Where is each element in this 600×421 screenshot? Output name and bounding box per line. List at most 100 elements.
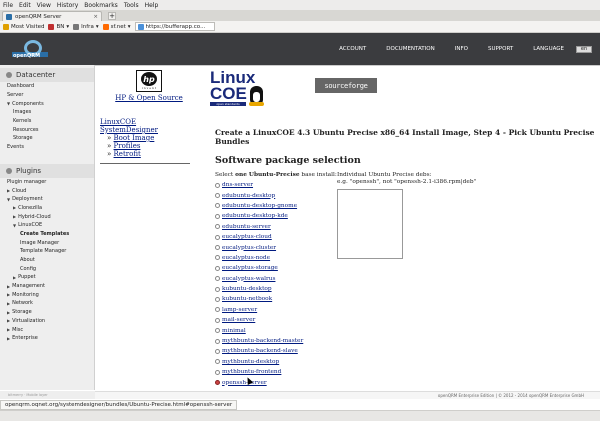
package-link[interactable]: mythbuntu-backend-master <box>222 338 303 344</box>
radio-button[interactable] <box>215 338 220 344</box>
sidebar-item-dashboard[interactable]: Dashboard <box>0 82 94 91</box>
radio-button[interactable] <box>215 359 220 365</box>
menu-file[interactable]: File <box>3 2 13 9</box>
package-link[interactable]: edubuntu-desktop-kde <box>222 213 288 219</box>
sidebar-item-management[interactable]: ▶ Management <box>0 282 94 291</box>
radio-button[interactable] <box>215 193 220 199</box>
package-option-mail-server[interactable]: mail-server <box>215 315 337 325</box>
package-link[interactable]: mythbuntu-desktop <box>222 359 279 365</box>
nav-documentation[interactable]: DOCUMENTATION <box>376 46 444 52</box>
menu-history[interactable]: History <box>57 2 78 9</box>
package-link[interactable]: eucalyptus-cluster <box>222 245 276 251</box>
package-option-postgresql-server[interactable]: postgresql-server <box>215 388 337 390</box>
package-link[interactable]: edubuntu-desktop <box>222 193 275 199</box>
sidebar-item-clonezilla[interactable]: ▶ Clonezilla <box>0 204 94 213</box>
package-option-mythbuntu-backend-slave[interactable]: mythbuntu-backend-slave <box>215 346 337 356</box>
bookmark-most-visited[interactable]: Most Visited <box>3 23 44 30</box>
menu-edit[interactable]: Edit <box>19 2 31 9</box>
datacenter-header[interactable]: Datacenter <box>0 68 94 82</box>
radio-button[interactable] <box>215 307 220 313</box>
radio-button[interactable] <box>215 265 220 271</box>
radio-button[interactable] <box>215 328 220 334</box>
radio-button[interactable] <box>215 317 220 323</box>
package-option-edubuntu-server[interactable]: edubuntu-server <box>215 222 337 232</box>
package-option-edubuntu-desktop-gnome[interactable]: edubuntu-desktop-gnome <box>215 201 337 211</box>
sidebar-item-deployment[interactable]: ▼ Deployment <box>0 195 94 204</box>
radio-button[interactable] <box>215 203 220 209</box>
plugins-header[interactable]: Plugins <box>0 163 94 178</box>
package-link[interactable]: kubuntu-netbook <box>222 296 272 302</box>
sidebar-item-network[interactable]: ▶ Network <box>0 299 94 308</box>
sidebar-item-storage[interactable]: ▶ Storage <box>0 308 94 317</box>
package-link[interactable]: eucalyptus-storage <box>222 265 278 271</box>
url-bookmark[interactable]: https://bufferapp.co... <box>134 22 215 31</box>
package-link[interactable]: eucalyptus-node <box>222 255 270 261</box>
sidebar-item-linuxcoe[interactable]: ▼ LinuxCOE <box>0 221 94 230</box>
package-link[interactable]: mail-server <box>222 317 255 323</box>
sidebar-item-server[interactable]: Server <box>0 91 94 100</box>
radio-button[interactable] <box>215 213 220 219</box>
menu-bookmarks[interactable]: Bookmarks <box>84 2 118 9</box>
language-select[interactable]: en <box>576 45 592 53</box>
radio-button[interactable] <box>215 245 220 251</box>
package-link[interactable]: openssh-server <box>222 380 267 386</box>
sidebar-item-storage[interactable]: Storage <box>0 134 94 143</box>
menu-tools[interactable]: Tools <box>124 2 139 9</box>
hp-logo[interactable]: hp i n v e n t <box>136 70 162 92</box>
package-option-mythbuntu-desktop[interactable]: mythbuntu-desktop <box>215 357 337 367</box>
package-link[interactable]: edubuntu-desktop-gnome <box>222 203 297 209</box>
package-link[interactable]: edubuntu-server <box>222 224 271 230</box>
sidebar-item-virtualization[interactable]: ▶ Virtualization <box>0 317 94 326</box>
menu-help[interactable]: Help <box>145 2 159 9</box>
sidebar-item-kernels[interactable]: Kernels <box>0 117 94 126</box>
link-boot-image[interactable]: Boot Image <box>114 134 155 142</box>
nav-support[interactable]: SUPPORT <box>478 46 523 52</box>
package-link[interactable]: mythbuntu-frontend <box>222 369 281 375</box>
package-option-eucalyptus-walrus[interactable]: eucalyptus-walrus <box>215 274 337 284</box>
package-link[interactable]: lamp-server <box>222 307 257 313</box>
bookmark-sf-net[interactable]: sf.net ▾ <box>102 23 131 30</box>
sidebar-item-puppet[interactable]: ▶ Puppet <box>0 273 94 282</box>
radio-button[interactable] <box>215 276 220 282</box>
sidebar-item-images[interactable]: Images <box>0 108 94 117</box>
radio-button[interactable] <box>215 369 220 375</box>
sidebar-item-plugin-manager[interactable]: Plugin manager <box>0 178 94 187</box>
sidebar-item-hybrid-cloud[interactable]: ▶ Hybrid-Cloud <box>0 212 94 221</box>
package-link[interactable]: eucalyptus-cloud <box>222 234 272 240</box>
sidebar-item-cloud[interactable]: ▶ Cloud <box>0 186 94 195</box>
package-option-eucalyptus-cluster[interactable]: eucalyptus-cluster <box>215 242 337 252</box>
sidebar-item-resources[interactable]: Resources <box>0 125 94 134</box>
sidebar-item-misc[interactable]: ▶ Misc <box>0 325 94 334</box>
bookmark-infra[interactable]: Infra ▾ <box>73 23 99 30</box>
radio-button[interactable] <box>215 182 220 188</box>
package-link[interactable]: eucalyptus-walrus <box>222 276 275 282</box>
package-option-lamp-server[interactable]: lamp-server <box>215 305 337 315</box>
radio-button[interactable] <box>215 234 220 240</box>
hp-open-source-link[interactable]: HP & Open Source <box>107 94 191 102</box>
nav-account[interactable]: ACCOUNT <box>329 46 376 52</box>
package-option-edubuntu-desktop[interactable]: edubuntu-desktop <box>215 190 337 200</box>
sidebar-item-monitoring[interactable]: ▶ Monitoring <box>0 290 94 299</box>
package-link[interactable]: kubuntu-desktop <box>222 286 272 292</box>
sidebar-item-about[interactable]: About <box>0 256 94 265</box>
sidebar-item-create-templates[interactable]: Create Templates <box>0 230 94 239</box>
menu-view[interactable]: View <box>37 2 51 9</box>
radio-button[interactable] <box>215 380 220 386</box>
radio-button[interactable] <box>215 348 220 354</box>
package-option-edubuntu-desktop-kde[interactable]: edubuntu-desktop-kde <box>215 211 337 221</box>
browser-tab[interactable]: openQRM Server × <box>2 11 102 21</box>
link-retrofit[interactable]: Retrofit <box>114 150 141 158</box>
radio-button[interactable] <box>215 224 220 230</box>
package-option-eucalyptus-cloud[interactable]: eucalyptus-cloud <box>215 232 337 242</box>
package-option-eucalyptus-storage[interactable]: eucalyptus-storage <box>215 263 337 273</box>
package-option-mythbuntu-frontend[interactable]: mythbuntu-frontend <box>215 367 337 377</box>
new-tab-button[interactable]: + <box>108 12 116 20</box>
sidebar-item-template-manager[interactable]: Template Manager <box>0 247 94 256</box>
package-option-kubuntu-netbook[interactable]: kubuntu-netbook <box>215 294 337 304</box>
package-option-dns-server[interactable]: dns-server <box>215 180 337 190</box>
sidebar-item-image-manager[interactable]: Image Manager <box>0 238 94 247</box>
sidebar-item-events[interactable]: Events <box>0 143 94 152</box>
nav-info[interactable]: INFO <box>445 46 478 52</box>
sidebar-item-config[interactable]: Config <box>0 264 94 273</box>
package-option-minimal[interactable]: minimal <box>215 325 337 335</box>
